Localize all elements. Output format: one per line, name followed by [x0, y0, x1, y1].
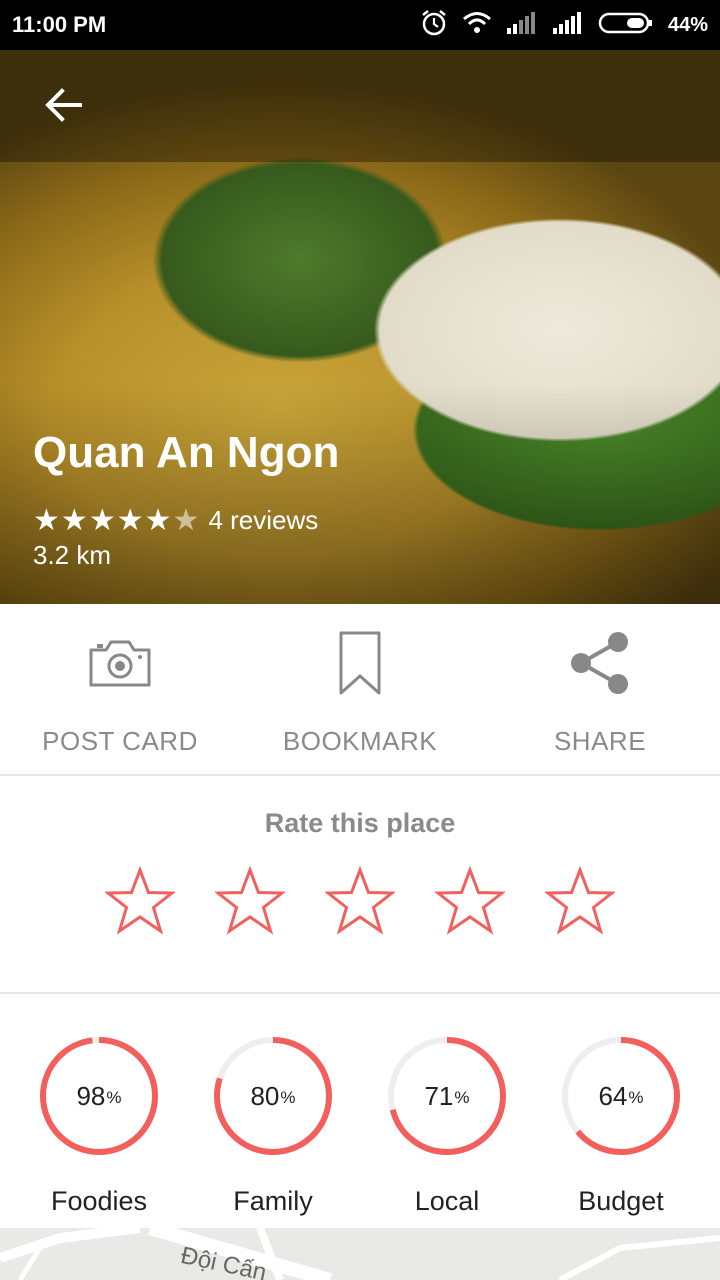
hero-top-shade — [0, 50, 720, 162]
progress-ring: 98% — [37, 1034, 161, 1158]
rate-star-2[interactable] — [215, 866, 285, 936]
place-title: Quan An Ngon — [33, 428, 340, 477]
battery-icon — [598, 11, 654, 40]
status-bar: 11:00 PM 44% — [0, 0, 720, 50]
stat-value: 64% — [598, 1080, 644, 1111]
stat-value: 98% — [76, 1080, 122, 1111]
stat-label: Foodies — [50, 1186, 148, 1216]
star-empty-icon: ★ — [172, 503, 200, 537]
share-button[interactable]: SHARE — [480, 604, 720, 774]
action-bar: POST CARD BOOKMARK SHARE — [0, 604, 720, 776]
signal-icon — [552, 11, 584, 39]
star-icon: ★ — [88, 503, 116, 537]
rate-star-3[interactable] — [325, 866, 395, 936]
wifi-icon — [462, 11, 492, 40]
progress-ring: 64% — [559, 1034, 683, 1158]
bookmark-button[interactable]: BOOKMARK — [240, 604, 480, 774]
stat-label: Local — [414, 1186, 480, 1216]
review-count[interactable]: 4 reviews — [208, 505, 318, 536]
bookmark-icon — [338, 628, 382, 698]
rate-stars — [105, 866, 615, 936]
rate-star-1[interactable] — [105, 866, 175, 936]
rate-section: Rate this place — [0, 778, 720, 994]
status-time: 11:00 PM — [12, 12, 107, 37]
post-card-button[interactable]: POST CARD — [0, 604, 240, 774]
alarm-icon — [420, 9, 448, 42]
stat-label: Budget — [578, 1186, 664, 1216]
bookmark-label: BOOKMARK — [282, 726, 438, 756]
star-icon: ★ — [116, 503, 144, 537]
stat-budget: 64% Budget — [546, 996, 696, 1228]
progress-ring: 80% — [211, 1034, 335, 1158]
signal-icon — [506, 11, 538, 39]
stat-foodies: 98% Foodies — [24, 996, 174, 1228]
audience-stats: 98% Foodies 80% Family 71% Local 64% Bud… — [0, 996, 720, 1228]
map-roads — [0, 1228, 720, 1280]
arrow-left-icon — [45, 88, 82, 122]
rate-star-5[interactable] — [545, 866, 615, 936]
status-icons: 44% — [420, 9, 708, 41]
stat-local: 71% Local — [372, 996, 522, 1228]
stat-value: 71% — [424, 1080, 470, 1111]
distance: 3.2 km — [33, 540, 112, 570]
hero-bottom-shade — [0, 384, 720, 604]
stat-value: 80% — [250, 1080, 296, 1111]
stat-label: Family — [233, 1186, 313, 1216]
star-icon: ★ — [144, 503, 172, 537]
star-icon: ★ — [60, 503, 88, 537]
map-preview[interactable]: Đội Cấn — [0, 1228, 720, 1280]
star-icon: ★ — [33, 503, 60, 537]
share-icon — [568, 628, 632, 698]
rate-title: Rate this place — [264, 808, 456, 838]
progress-ring: 71% — [385, 1034, 509, 1158]
camera-icon — [88, 628, 152, 698]
share-label: SHARE — [553, 726, 647, 756]
hero-photo: Quan An Ngon ★ ★ ★ ★ ★ ★ 4 reviews 3.2 k… — [0, 50, 720, 604]
rating-summary: ★ ★ ★ ★ ★ ★ 4 reviews — [33, 505, 318, 536]
battery-percent: 44% — [667, 13, 708, 36]
post-card-label: POST CARD — [42, 726, 198, 756]
stat-family: 80% Family — [198, 996, 348, 1228]
back-button[interactable] — [34, 80, 94, 130]
rate-star-4[interactable] — [435, 866, 505, 936]
